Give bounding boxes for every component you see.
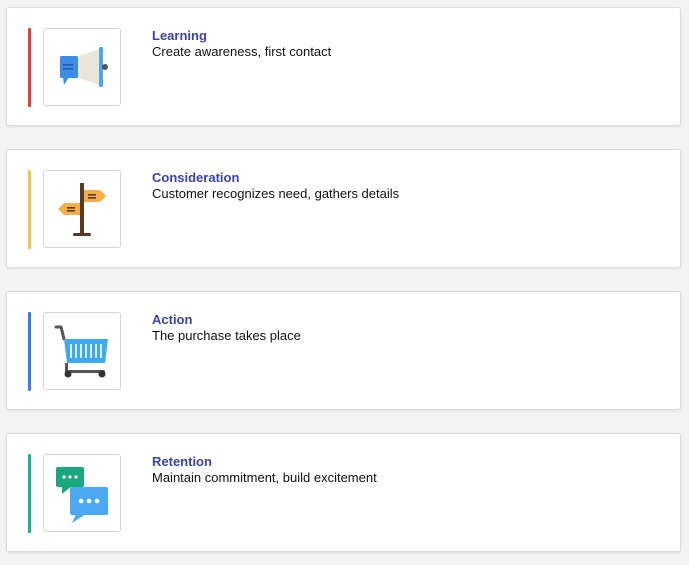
stage-card-action: Action The purchase takes place: [6, 291, 681, 410]
stage-title: Learning: [152, 28, 207, 43]
shopping-cart-icon: [54, 325, 108, 378]
icon-box: [43, 454, 121, 532]
stage-title: Consideration: [152, 170, 240, 185]
megaphone-icon: [60, 47, 108, 87]
icon-box: [43, 312, 121, 390]
icon-box: [43, 170, 121, 248]
accent-bar: [28, 170, 31, 249]
chat-bubbles-icon: [56, 467, 108, 523]
stage-description: Maintain commitment, build excitement: [152, 470, 377, 485]
icon-box: [43, 28, 121, 106]
stage-title: Action: [152, 312, 193, 327]
customer-journey-stages: Learning Create awareness, first contact…: [0, 0, 689, 565]
stage-description: Customer recognizes need, gathers detail…: [152, 186, 400, 201]
signpost-icon: [58, 183, 106, 236]
accent-bar: [28, 454, 31, 533]
stage-card-learning: Learning Create awareness, first contact: [6, 7, 681, 126]
stage-title: Retention: [152, 454, 212, 469]
stage-card-consideration: Consideration Customer recognizes need, …: [6, 149, 681, 268]
accent-bar: [28, 312, 31, 391]
accent-bar: [28, 28, 31, 107]
stage-description: The purchase takes place: [152, 328, 301, 343]
stage-card-retention: Retention Maintain commitment, build exc…: [6, 433, 681, 552]
stage-description: Create awareness, first contact: [152, 44, 332, 59]
